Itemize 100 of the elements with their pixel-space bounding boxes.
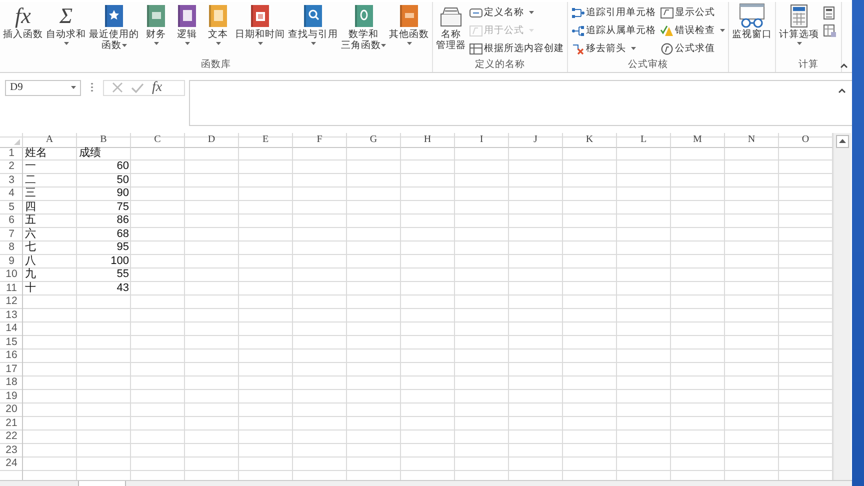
ribbon-button[interactable]: 显示公式 — [659, 4, 726, 21]
table-cell-text: 60 — [116, 160, 130, 174]
row-header[interactable]: 9 — [0, 254, 23, 268]
column-header[interactable]: F — [293, 132, 347, 148]
table-cell-text: 100 — [110, 254, 130, 268]
ribbon-button[interactable]: 数学和 三角函数 — [340, 2, 387, 52]
row-header[interactable]: 24 — [0, 457, 23, 471]
sheet-icon — [823, 24, 837, 38]
sheet-icon — [660, 6, 674, 18]
ribbon-button[interactable]: 定义名称 — [468, 4, 565, 21]
row-header[interactable]: 8 — [0, 241, 23, 255]
book-icon — [103, 4, 125, 28]
row-header[interactable]: 1 — [0, 146, 23, 160]
row-header[interactable]: 20 — [0, 403, 23, 417]
insert-function-button[interactable]: fx — [152, 80, 162, 95]
table-cell-text: 五 — [24, 214, 37, 228]
name-box[interactable]: D9 — [5, 80, 81, 96]
column-header[interactable]: L — [617, 132, 671, 148]
ribbon-icon-button[interactable] — [821, 22, 839, 39]
ribbon-button[interactable]: fx 插入函数 — [2, 2, 44, 41]
row-header[interactable]: 12 — [0, 295, 23, 309]
ribbon-button[interactable]: 移去箭头 — [570, 40, 657, 57]
ribbon-button[interactable]: 其他函数 — [388, 2, 430, 49]
ribbon-button[interactable]: 逻辑 — [172, 2, 202, 49]
column-header[interactable]: A — [23, 132, 77, 148]
row-header[interactable]: 17 — [0, 362, 23, 376]
column-header[interactable]: G — [347, 132, 401, 148]
row-header[interactable]: 7 — [0, 228, 23, 242]
row-header[interactable]: 21 — [0, 416, 23, 430]
row-header[interactable]: 18 — [0, 376, 23, 390]
scrollbar[interactable] — [833, 132, 851, 480]
ribbon-button[interactable]: 计算选项 — [778, 2, 820, 49]
caret-icon — [720, 29, 725, 32]
row-header[interactable]: 14 — [0, 322, 23, 336]
row-header[interactable]: 10 — [0, 268, 23, 282]
caret-icon — [796, 42, 802, 45]
ribbon-button[interactable]: 名称 管理器 — [435, 2, 467, 52]
table-cell-text: 三 — [24, 187, 37, 201]
row-header[interactable]: 19 — [0, 390, 23, 404]
book-icon — [398, 4, 420, 28]
sheet-tab[interactable] — [78, 481, 126, 486]
ribbon-button[interactable]: 错误检查 — [659, 22, 726, 39]
ribbon-button[interactable]: Σ 自动求和 — [45, 2, 87, 49]
column-header[interactable]: K — [563, 132, 617, 148]
row-header[interactable]: 11 — [0, 282, 23, 296]
circle-icon — [660, 42, 674, 54]
column-header[interactable]: E — [239, 132, 293, 148]
enter-icon[interactable] — [131, 82, 144, 93]
ribbon-button[interactable]: 文本 — [203, 2, 233, 49]
function-icon: fx — [15, 4, 31, 28]
book-icon — [302, 4, 324, 28]
collapse-icon[interactable] — [838, 88, 846, 93]
caret-icon — [216, 42, 220, 45]
row-header[interactable]: 23 — [0, 444, 23, 458]
caret-icon — [71, 86, 76, 90]
table-cell-text: 十 — [24, 282, 37, 296]
book-icon — [145, 4, 167, 28]
ribbon-button[interactable]: 追踪从属单元格 — [570, 22, 657, 39]
row-header[interactable]: 16 — [0, 349, 23, 363]
column-header[interactable]: M — [671, 132, 725, 148]
ribbon-button[interactable]: 最近使用的 函数 — [88, 2, 140, 52]
ribbon-button[interactable]: 查找与引用 — [287, 2, 339, 49]
row-header[interactable]: 22 — [0, 430, 23, 444]
nodes-icon — [571, 24, 585, 36]
formula-input[interactable] — [189, 80, 852, 126]
ribbon-button[interactable]: 监视窗口 — [731, 2, 773, 41]
ribbon-button[interactable]: 日期和时间 — [234, 2, 286, 49]
column-header[interactable]: H — [401, 132, 455, 148]
caret-icon — [122, 44, 126, 47]
ribbon-button[interactable]: 追踪引用单元格 — [570, 4, 657, 21]
column-header[interactable]: D — [185, 132, 239, 148]
ribbon-button[interactable]: 公式求值 — [659, 40, 726, 57]
arrow-icon — [571, 6, 585, 18]
book-icon — [249, 4, 271, 28]
row-header[interactable]: 6 — [0, 214, 23, 228]
row-header[interactable]: 2 — [0, 160, 23, 174]
column-header[interactable]: N — [725, 132, 779, 148]
table-cell-text: 四 — [24, 200, 37, 214]
select-all-icon[interactable] — [14, 138, 20, 145]
formula-icon — [469, 24, 483, 36]
group-label: 公式审核 — [628, 58, 668, 72]
collapse-icon[interactable] — [840, 62, 848, 68]
ribbon-button[interactable]: 财务 — [141, 2, 171, 49]
calculator-icon — [790, 4, 808, 28]
sigma-icon: Σ — [59, 4, 73, 28]
row-header[interactable]: 15 — [0, 336, 23, 350]
column-header[interactable]: I — [455, 132, 509, 148]
row-header[interactable]: 4 — [0, 187, 23, 201]
column-header[interactable]: C — [131, 132, 185, 148]
caret-icon — [154, 42, 158, 45]
column-header[interactable]: J — [509, 132, 563, 148]
table-cell-text: 九 — [24, 268, 37, 282]
group-label: 计算 — [798, 58, 818, 72]
scroll-up-button[interactable] — [836, 134, 849, 148]
row-header[interactable]: 13 — [0, 308, 23, 322]
column-header[interactable]: B — [77, 132, 131, 148]
cancel-icon[interactable] — [112, 82, 123, 94]
row-header[interactable]: 5 — [0, 200, 23, 214]
row-header[interactable]: 3 — [0, 174, 23, 188]
ribbon-button[interactable]: 根据所选内容创建 — [468, 40, 565, 57]
